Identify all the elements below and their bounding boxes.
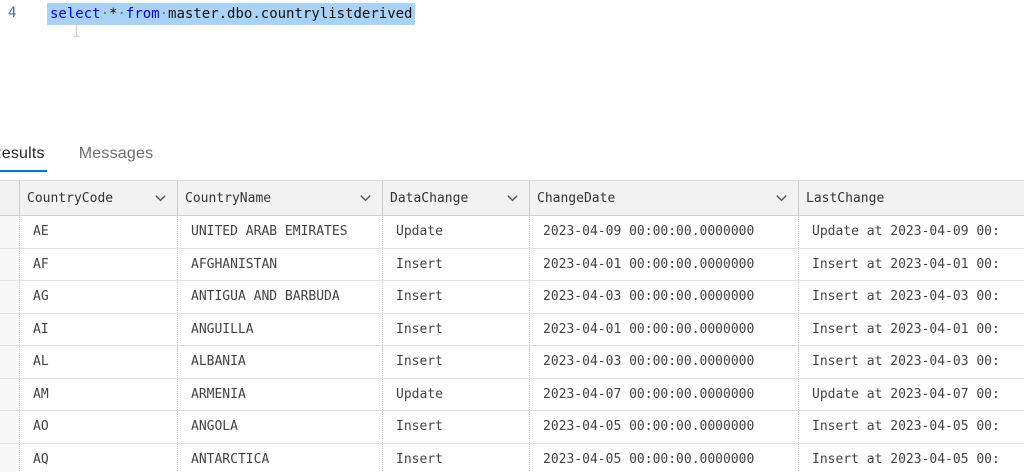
- chevron-down-icon[interactable]: [505, 191, 520, 206]
- table-row: AO ANGOLA Insert 2023-04-05 00:00:00.000000…: [0, 411, 1024, 444]
- grid-cell[interactable]: Insert at 2023-04-03 00:: [799, 281, 1024, 313]
- row-selector[interactable]: [0, 411, 20, 443]
- grid-cell[interactable]: Update: [383, 378, 530, 410]
- grid-header-row: CountryCode CountryName DataChange ChangeDa…: [0, 180, 1024, 216]
- column-header-lastchange[interactable]: LastChange: [799, 181, 1024, 215]
- query-token-keyword: from: [125, 6, 160, 22]
- column-header-countryname[interactable]: CountryName: [178, 181, 383, 215]
- table-row: AM ARMENIA Update 2023-04-07 00:00:00.00000…: [0, 378, 1024, 411]
- grid-cell[interactable]: AL: [20, 346, 178, 378]
- grid-cell[interactable]: 2023-04-05 00:00:00.0000000: [530, 443, 799, 472]
- column-header-label: ChangeDate: [537, 190, 616, 206]
- grid-cell[interactable]: 2023-04-01 00:00:00.0000000: [530, 248, 799, 280]
- grid-cell[interactable]: ANTARCTICA: [178, 443, 383, 472]
- table-row: AE UNITED ARAB EMIRATES Update 2023-04-09 0…: [0, 216, 1024, 249]
- grid-cell[interactable]: Update at 2023-04-07 00:: [799, 379, 1024, 411]
- grid-cell[interactable]: Insert: [383, 281, 530, 313]
- grid-cell[interactable]: 2023-04-03 00:00:00.0000000: [530, 346, 799, 378]
- grid-cell[interactable]: Insert at 2023-04-01 00:: [799, 314, 1024, 346]
- chevron-down-icon[interactable]: [358, 191, 373, 206]
- line-number: 4: [8, 5, 17, 21]
- grid-cell[interactable]: ANGOLA: [178, 411, 383, 443]
- column-header-label: CountryName: [185, 190, 272, 206]
- query-token-whitespace: ·: [100, 6, 110, 22]
- row-selector[interactable]: [0, 281, 20, 313]
- column-header-label: LastChange: [806, 190, 885, 206]
- grid-cell[interactable]: Insert: [383, 443, 530, 472]
- table-row: AG ANTIGUA AND BARBUDA Insert 2023-04-03 00…: [0, 281, 1024, 314]
- grid-cell[interactable]: 2023-04-09 00:00:00.0000000: [530, 216, 799, 248]
- table-row: AL ALBANIA Insert 2023-04-03 00:00:00.00000…: [0, 346, 1024, 379]
- tab-messages[interactable]: Messages: [77, 143, 156, 172]
- grid-cell[interactable]: 2023-04-01 00:00:00.0000000: [530, 313, 799, 345]
- grid-cell[interactable]: ALBANIA: [178, 346, 383, 378]
- table-row: AI ANGUILLA Insert 2023-04-01 00:00:00.0000…: [0, 313, 1024, 346]
- grid-cell[interactable]: AE: [20, 216, 178, 248]
- header-gutter-cell: [0, 181, 20, 215]
- grid-cell[interactable]: AQ: [20, 443, 178, 472]
- grid-cell[interactable]: 2023-04-05 00:00:00.0000000: [530, 411, 799, 443]
- row-selector[interactable]: [0, 313, 20, 345]
- ibeam-cursor: [71, 21, 82, 43]
- query-token-plain: master.dbo.countrylistderived: [168, 6, 413, 22]
- grid-cell[interactable]: ARMENIA: [178, 378, 383, 410]
- grid-cell[interactable]: Insert at 2023-04-05 00:: [799, 444, 1024, 472]
- grid-cell[interactable]: 2023-04-03 00:00:00.0000000: [530, 281, 799, 313]
- row-selector[interactable]: [0, 346, 20, 378]
- grid-cell[interactable]: Insert at 2023-04-05 00:: [799, 411, 1024, 443]
- grid-cell[interactable]: AF: [20, 248, 178, 280]
- column-header-label: CountryCode: [27, 190, 114, 206]
- table-row: AQ ANTARCTICA Insert 2023-04-05 00:00:00.00…: [0, 443, 1024, 472]
- grid-cell[interactable]: AI: [20, 313, 178, 345]
- grid-cell[interactable]: 2023-04-07 00:00:00.0000000: [530, 378, 799, 410]
- grid-cell[interactable]: Update: [383, 216, 530, 248]
- grid-cell[interactable]: Insert: [383, 248, 530, 280]
- tab-results[interactable]: Results: [0, 143, 47, 172]
- row-selector[interactable]: [0, 248, 20, 280]
- grid-cell[interactable]: AM: [20, 378, 178, 410]
- chevron-down-icon[interactable]: [774, 191, 789, 206]
- grid-cell[interactable]: Insert: [383, 346, 530, 378]
- query-token-keyword: select: [50, 6, 101, 22]
- column-header-label: DataChange: [390, 190, 469, 206]
- grid-cell[interactable]: Update at 2023-04-09 00:: [799, 216, 1024, 248]
- chevron-down-icon[interactable]: [153, 191, 168, 206]
- table-row: AF AFGHANISTAN Insert 2023-04-01 00:00:00.0…: [0, 248, 1024, 281]
- row-selector[interactable]: [0, 443, 20, 472]
- row-selector[interactable]: [0, 378, 20, 410]
- grid-cell[interactable]: AFGHANISTAN: [178, 248, 383, 280]
- results-tab-bar: Results Messages: [0, 143, 155, 172]
- sql-editor[interactable]: 4 select·*·from·master.dbo.countrylistde…: [0, 0, 1024, 140]
- query-text[interactable]: select·*·from·master.dbo.countrylistderi…: [47, 3, 416, 25]
- grid-cell[interactable]: ANTIGUA AND BARBUDA: [178, 281, 383, 313]
- query-token-whitespace: ·: [159, 6, 169, 22]
- grid-cell[interactable]: Insert at 2023-04-03 00:: [799, 346, 1024, 378]
- column-header-datachange[interactable]: DataChange: [383, 181, 530, 215]
- grid-cell[interactable]: AG: [20, 281, 178, 313]
- grid-cell[interactable]: Insert at 2023-04-01 00:: [799, 249, 1024, 281]
- query-results-screen: 4 select·*·from·master.dbo.countrylistde…: [0, 0, 1024, 472]
- results-grid: CountryCode CountryName DataChange ChangeDa…: [0, 180, 1024, 472]
- grid-body: AE UNITED ARAB EMIRATES Update 2023-04-09 0…: [0, 216, 1024, 472]
- grid-cell[interactable]: ANGUILLA: [178, 313, 383, 345]
- grid-cell[interactable]: Insert: [383, 411, 530, 443]
- grid-cell[interactable]: AO: [20, 411, 178, 443]
- row-selector[interactable]: [0, 216, 20, 248]
- column-header-countrycode[interactable]: CountryCode: [20, 181, 178, 215]
- grid-cell[interactable]: UNITED ARAB EMIRATES: [178, 216, 383, 248]
- grid-cell[interactable]: Insert: [383, 313, 530, 345]
- column-header-changedate[interactable]: ChangeDate: [530, 181, 799, 215]
- query-token-whitespace: ·: [117, 6, 126, 22]
